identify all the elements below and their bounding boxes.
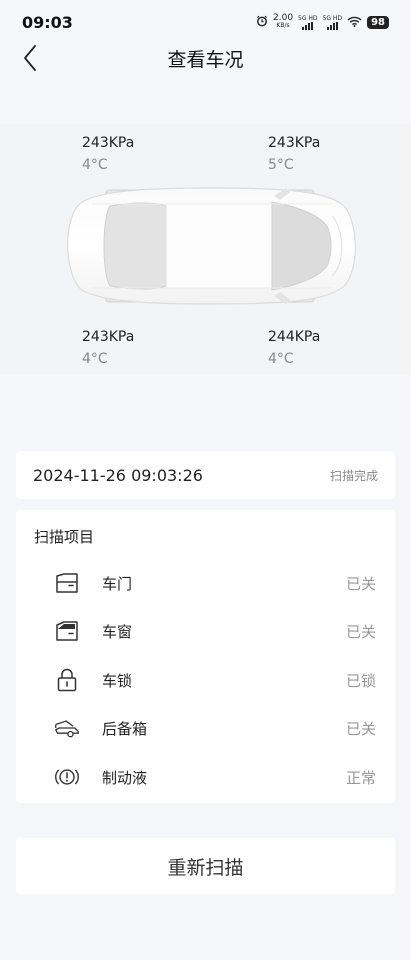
- tire-temperature: 4°C: [268, 351, 294, 367]
- scan-item-label: 制动液: [102, 768, 148, 787]
- alarm-icon: [256, 15, 268, 29]
- tire-temperature: 4°C: [82, 351, 108, 367]
- wifi-icon: [347, 16, 362, 29]
- battery-indicator: 98: [367, 15, 389, 29]
- signal-bars-icon: [302, 21, 314, 30]
- tire-pressure: 243KPa: [82, 135, 135, 151]
- scan-item-value: 已关: [345, 719, 376, 738]
- net-speed-value: 2.00: [273, 13, 294, 23]
- scan-item-value: 已关: [345, 622, 376, 641]
- header: 查看车况: [0, 36, 411, 80]
- back-button[interactable]: [14, 42, 46, 74]
- net-speed-unit: KB/s: [276, 22, 290, 29]
- tire-front-right: 243KPa 5°C: [268, 132, 320, 176]
- scan-status: 扫描完成: [329, 468, 378, 483]
- scan-item-brake-fluid: 制动液 正常: [16, 757, 395, 797]
- scan-item-trunk: 后备箱 已关: [16, 708, 395, 748]
- signal-1-label: 5G HD: [298, 14, 318, 22]
- scan-item-car-door: 车门 已关: [16, 563, 395, 603]
- tire-pressure: 244KPa: [268, 329, 321, 345]
- scan-info-card: 2024-11-26 09:03:26 扫描完成: [16, 451, 395, 499]
- car-status-panel: 243KPa 4°C 243KPa 5°C 243KPa 4°C 244KPa …: [0, 124, 411, 374]
- rescan-button[interactable]: 重新扫描: [16, 838, 395, 894]
- scan-datetime: 2024-11-26 09:03:26: [33, 465, 203, 485]
- tire-temperature: 5°C: [268, 157, 294, 173]
- scan-item-label: 车窗: [102, 622, 133, 641]
- signal-1: 5G HD: [298, 15, 318, 30]
- scan-items-title: 扫描项目: [34, 528, 95, 546]
- signal-bars-icon: [326, 21, 338, 30]
- tire-rear-left: 243KPa 4°C: [82, 326, 134, 370]
- scan-items-card: 扫描项目 车门 已关 车窗 已关 车锁 已锁 后备箱 已关 制动液 正常: [16, 510, 395, 803]
- signal-2-label: 5G HD: [322, 14, 343, 22]
- scan-item-value: 正常: [345, 768, 376, 787]
- brake-fluid-icon: [54, 764, 80, 790]
- scan-item-value: 已锁: [345, 671, 376, 690]
- tire-front-left: 243KPa 4°C: [82, 132, 134, 176]
- scan-item-label: 车门: [102, 574, 133, 593]
- status-icons: 2.00 KB/s 5G HD 5G HD 98: [256, 14, 389, 30]
- scan-item-lock: 车锁 已锁: [16, 660, 395, 700]
- scan-item-value: 已关: [345, 574, 376, 593]
- tire-pressure: 243KPa: [268, 135, 321, 151]
- page-title: 查看车况: [167, 48, 244, 71]
- scan-item-label: 后备箱: [102, 719, 148, 738]
- tire-rear-right: 244KPa 4°C: [268, 326, 320, 370]
- car-window-icon: [54, 618, 80, 644]
- net-speed: 2.00 KB/s: [273, 14, 293, 30]
- signal-2: 5G HD: [322, 14, 343, 30]
- chevron-left-icon: [24, 45, 36, 71]
- tire-pressure: 243KPa: [82, 329, 135, 345]
- car-door-icon: [54, 570, 80, 596]
- car-top-view-image: [67, 187, 356, 305]
- trunk-icon: [54, 715, 80, 741]
- scan-item-label: 车锁: [102, 671, 133, 690]
- status-time: 09:03: [22, 12, 73, 32]
- lock-icon: [54, 667, 80, 693]
- scan-item-car-window: 车窗 已关: [16, 611, 395, 651]
- tire-temperature: 4°C: [82, 157, 108, 173]
